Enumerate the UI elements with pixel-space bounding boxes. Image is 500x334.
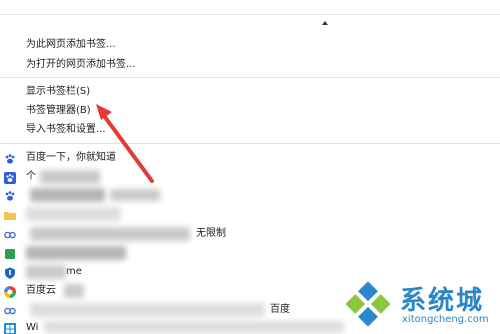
- bookmark-label: Wi: [26, 322, 39, 333]
- bookmark-label: 百度云: [26, 285, 56, 296]
- green-app-icon: [5, 249, 15, 259]
- bookmark-label: 个: [26, 171, 36, 182]
- scroll-up-arrow-icon[interactable]: [322, 21, 328, 25]
- blurred-region: [64, 284, 84, 298]
- blurred-region: [30, 303, 265, 317]
- menu-item-bookmark-manager[interactable]: 书签管理器(B): [26, 104, 91, 118]
- shield-icon: [5, 267, 15, 279]
- folder-icon: [4, 212, 16, 220]
- bookmark-item[interactable]: 百度一下，你就知道: [0, 150, 500, 168]
- xitongcheng-logo-icon: [346, 282, 390, 326]
- browser-top-bar: [0, 0, 500, 15]
- blurred-region: [26, 265, 66, 279]
- menu-item-bookmark-this-page[interactable]: 为此网页添加书签...: [26, 38, 116, 52]
- blurred-region: [44, 321, 344, 333]
- windows-icon: [4, 323, 16, 334]
- watermark-url: xitongcheng.com: [402, 314, 489, 325]
- baidu-paw-icon: [5, 154, 15, 164]
- bookmark-label: 百度: [270, 304, 290, 315]
- blurred-region: [30, 227, 190, 241]
- menu-item-show-bookmarks-bar[interactable]: 显示书签栏(S): [26, 85, 90, 99]
- blurred-region: [110, 189, 160, 201]
- watermark: 系统城 xitongcheng.com: [344, 276, 500, 334]
- bookmark-label: me: [66, 266, 82, 277]
- menu-item-import-bookmarks[interactable]: 导入书签和设置...: [26, 123, 106, 137]
- baidu-paw-icon: [4, 172, 16, 184]
- link-icon: [4, 307, 16, 315]
- blurred-region: [26, 246, 126, 260]
- menu-separator: [0, 143, 500, 144]
- menu-item-bookmark-open-pages[interactable]: 为打开的网页添加书签...: [26, 58, 136, 72]
- link-icon: [4, 231, 16, 239]
- menu-separator: [0, 77, 500, 78]
- watermark-title: 系统城: [400, 286, 485, 316]
- colorful-circle-icon: [4, 286, 16, 298]
- bookmark-label: 无限制: [196, 228, 226, 239]
- bookmark-label: 百度一下，你就知道: [26, 152, 116, 163]
- blurred-region: [40, 170, 100, 184]
- baidu-paw-icon: [5, 191, 15, 201]
- blurred-region: [26, 207, 121, 221]
- blurred-region: [30, 188, 105, 202]
